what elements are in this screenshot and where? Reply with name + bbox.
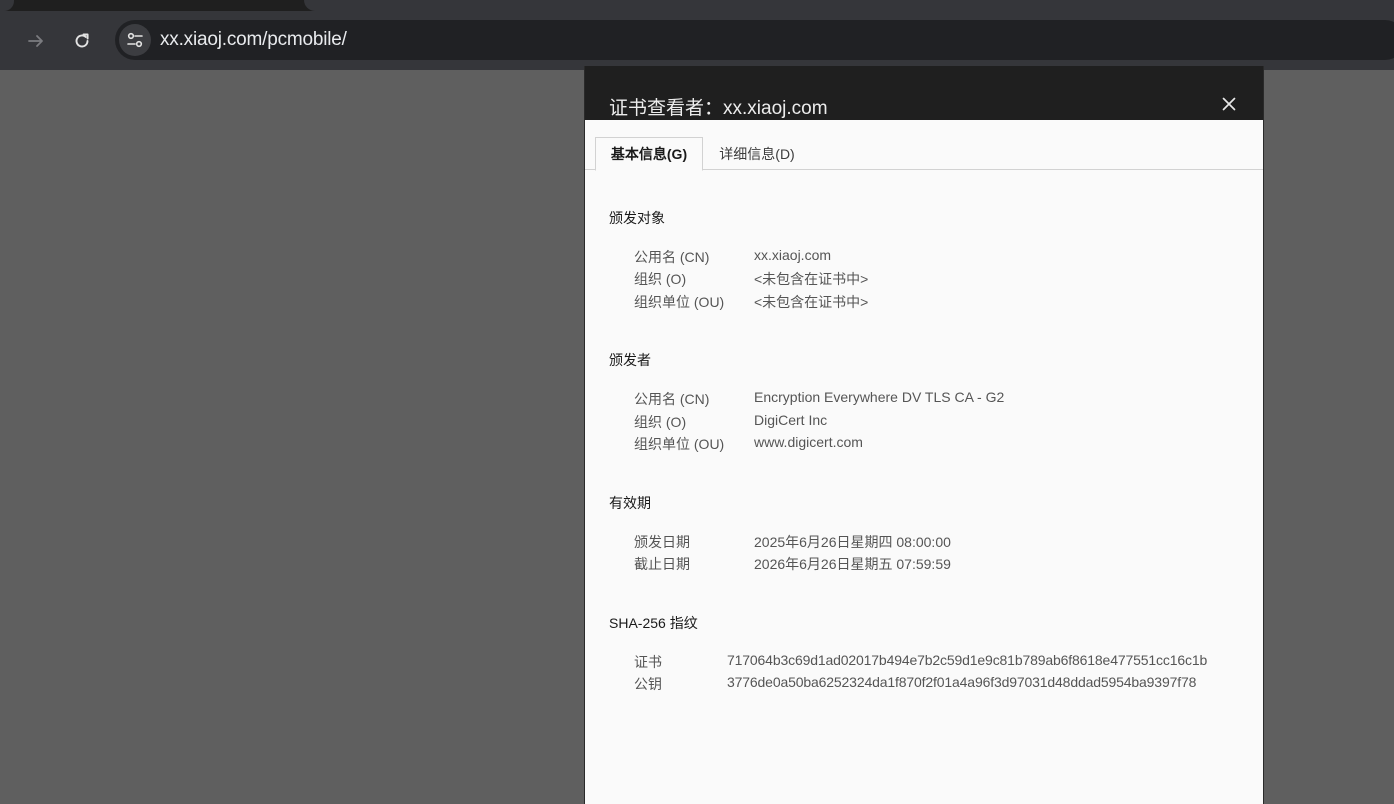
- issued-by-heading: 颁发者: [609, 352, 651, 368]
- cert-fingerprint-value: 717064b3c69d1ad02017b494e7b2c59d1e9c81b7…: [727, 652, 1208, 668]
- validity-heading: 有效期: [609, 495, 651, 511]
- issued-to-ou-value: <未包含在证书中>: [754, 294, 869, 310]
- dialog-title: 证书查看者：xx.xiaoj.com: [609, 98, 828, 119]
- tab-details[interactable]: 详细信息(D): [705, 137, 809, 170]
- url-text[interactable]: xx.xiaoj.com/pcmobile/: [160, 29, 347, 51]
- issued-to-o-label: 组织 (O): [634, 271, 687, 287]
- issued-on-label: 颁发日期: [634, 534, 690, 550]
- issued-on-value: 2025年6月26日星期四 08:00:00: [754, 534, 951, 550]
- issued-to-cn-value: xx.xiaoj.com: [754, 247, 832, 263]
- issued-to-o-value: <未包含在证书中>: [754, 271, 869, 287]
- arrow-forward-icon: [28, 35, 43, 47]
- issued-to-heading: 颁发对象: [609, 210, 665, 226]
- tune-icon: [127, 32, 143, 48]
- expires-on-label: 截止日期: [634, 556, 690, 572]
- issued-by-o-label: 组织 (O): [634, 414, 687, 430]
- reload-button[interactable]: [65, 24, 99, 58]
- pubkey-fingerprint-label: 公钥: [634, 676, 662, 692]
- issued-by-ou-value: www.digicert.com: [754, 434, 863, 450]
- tab-strip: [0, 0, 1394, 11]
- tab-general[interactable]: 基本信息(G): [595, 137, 703, 171]
- issued-by-cn-label: 公用名 (CN): [634, 391, 710, 407]
- cert-fingerprint-label: 证书: [634, 654, 662, 670]
- browser-toolbar: xx.xiaoj.com/pcmobile/: [0, 11, 1394, 70]
- close-icon: [1222, 97, 1236, 111]
- issued-to-cn-label: 公用名 (CN): [634, 249, 710, 265]
- expires-on-value: 2026年6月26日星期五 07:59:59: [754, 556, 951, 572]
- reload-icon: [75, 33, 89, 48]
- tab-strip-edge-right: [304, 0, 1394, 11]
- pubkey-fingerprint-value: 3776de0a50ba6252324da1f870f2f01a4a96f3d9…: [727, 674, 1197, 690]
- fingerprints-heading: SHA-256 指纹: [609, 615, 698, 631]
- certificate-viewer-dialog: 证书查看者：xx.xiaoj.com 基本信息(G) 详细信息(D) 颁发对象 …: [584, 66, 1264, 804]
- site-info-button[interactable]: [119, 24, 151, 56]
- forward-button[interactable]: [19, 24, 53, 58]
- issued-by-o-value: DigiCert Inc: [754, 412, 828, 428]
- tab-strip-edge-left: [0, 0, 14, 11]
- close-button[interactable]: [1219, 94, 1239, 114]
- tab-bar: 基本信息(G) 详细信息(D): [585, 120, 1263, 171]
- issued-to-ou-label: 组织单位 (OU): [634, 294, 725, 310]
- dialog-header: 证书查看者：xx.xiaoj.com: [585, 66, 1263, 120]
- issued-by-cn-value: Encryption Everywhere DV TLS CA - G2: [754, 389, 1005, 405]
- address-bar[interactable]: xx.xiaoj.com/pcmobile/: [115, 20, 1394, 60]
- issued-by-ou-label: 组织单位 (OU): [634, 436, 725, 452]
